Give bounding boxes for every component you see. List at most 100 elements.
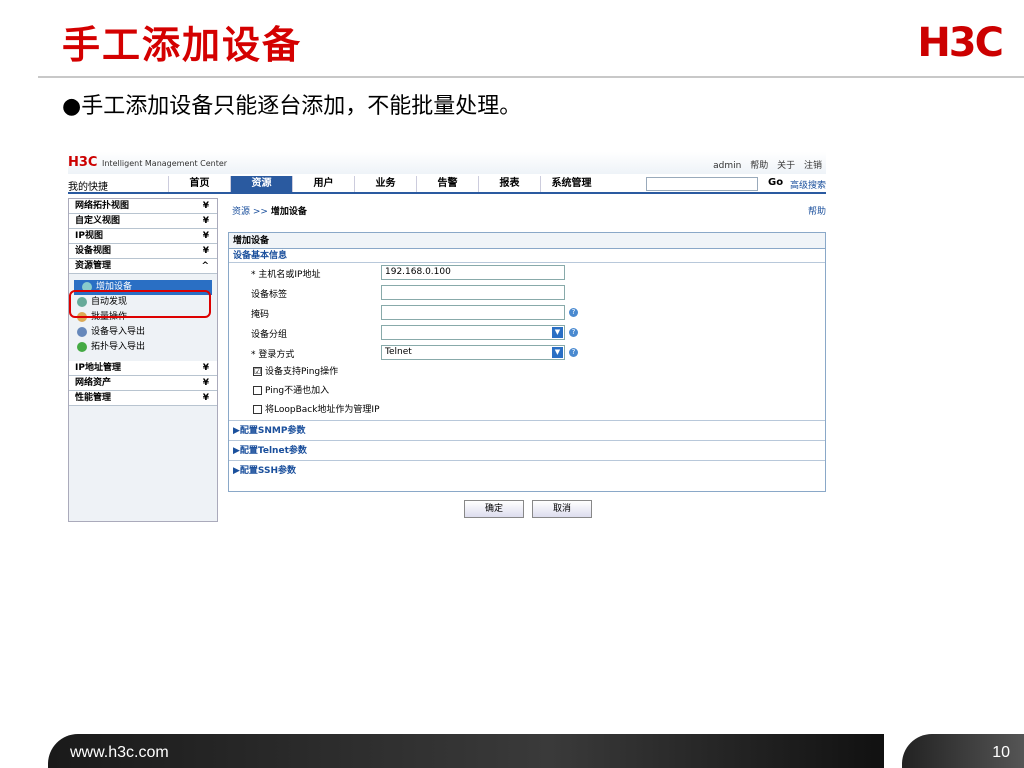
sidebar-item-ip-view[interactable]: IP视图 ¥ xyxy=(69,229,217,244)
sidebar-item-label: IP地址管理 xyxy=(75,363,121,373)
help-link[interactable]: 帮助 xyxy=(750,161,768,171)
field-label: * 主机名或IP地址 xyxy=(251,270,321,280)
admin-link[interactable]: admin xyxy=(713,161,741,171)
cancel-button[interactable]: 取消 xyxy=(532,500,592,518)
ok-button[interactable]: 确定 xyxy=(464,500,524,518)
snmp-section-toggle[interactable]: ▶配置SNMP参数 xyxy=(229,420,825,440)
search-input[interactable] xyxy=(646,177,758,191)
sidebar-item-label: IP视图 xyxy=(75,231,103,241)
loopback-checkbox-row[interactable]: 将LoopBack地址作为管理IP xyxy=(229,401,825,420)
device-label-input[interactable] xyxy=(381,285,565,300)
section-title: 设备基本信息 xyxy=(229,249,825,263)
top-bar: H3C Intelligent Management Center admin … xyxy=(68,152,826,174)
import-icon xyxy=(77,326,87,337)
tab-system[interactable]: 系统管理 xyxy=(540,176,602,192)
select-value: Telnet xyxy=(385,347,412,357)
telnet-section-toggle[interactable]: ▶配置Telnet参数 xyxy=(229,440,825,460)
imc-logo-text: H3C xyxy=(68,155,98,170)
sidebar-item-resource-mgmt[interactable]: 资源管理 ^ xyxy=(69,259,217,274)
sidebar-item-custom-view[interactable]: 自定义视图 ¥ xyxy=(69,214,217,229)
sidebar-item-label: 自定义视图 xyxy=(75,216,121,226)
add-device-panel: 增加设备 设备基本信息 * 主机名或IP地址 192.168.0.100 设备标签… xyxy=(228,232,826,492)
field-label: * 登录方式 xyxy=(251,350,295,360)
device-group-select[interactable]: ▼ xyxy=(381,325,565,340)
checkbox-label: 设备支持Ping操作 xyxy=(265,367,339,377)
help-icon[interactable]: ? xyxy=(569,308,578,317)
bullet-text: ●手工添加设备只能逐台添加，不能批量处理。 xyxy=(62,94,522,119)
chevron-down-icon: ¥ xyxy=(202,231,209,241)
checkbox-label: Ping不通也加入 xyxy=(265,386,330,396)
tab-resource[interactable]: 资源 xyxy=(230,176,292,192)
tab-alarm[interactable]: 告警 xyxy=(416,176,478,192)
go-button[interactable]: Go xyxy=(768,177,783,188)
host-ip-input[interactable]: 192.168.0.100 xyxy=(381,265,565,280)
top-links: admin 帮助 关于 注销 xyxy=(707,158,822,171)
sidebar-item-assets[interactable]: 网络资产 ¥ xyxy=(69,376,217,391)
dropdown-arrow-icon[interactable]: ▼ xyxy=(552,347,563,358)
sidebar-item-ip-mgmt[interactable]: IP地址管理 ¥ xyxy=(69,361,217,376)
chevron-down-icon: ¥ xyxy=(202,363,209,373)
field-label: 设备标签 xyxy=(251,290,288,300)
breadcrumb-current: 增加设备 xyxy=(270,207,307,217)
help-icon[interactable]: ? xyxy=(569,348,578,357)
chevron-down-icon: ¥ xyxy=(202,201,209,211)
nav-bar: 我的快捷 首页 资源 用户 业务 告警 报表 系统管理 Go 高级搜索 xyxy=(68,176,826,194)
chevron-down-icon: ¥ xyxy=(202,216,209,226)
footer-bar xyxy=(48,734,884,768)
collapse-label: 配置SSH参数 xyxy=(239,466,297,476)
collapse-label: 配置SNMP参数 xyxy=(239,426,306,436)
tab-user[interactable]: 用户 xyxy=(292,176,354,192)
chevron-up-icon: ^ xyxy=(201,261,209,271)
globe-icon xyxy=(77,341,87,352)
login-method-select[interactable]: Telnet ▼ xyxy=(381,345,565,360)
sub-item-topo-import[interactable]: 拓扑导入导出 xyxy=(69,340,217,355)
logout-link[interactable]: 注销 xyxy=(804,161,822,171)
field-mask: 掩码? xyxy=(229,303,825,323)
tab-service[interactable]: 业务 xyxy=(354,176,416,192)
sidebar-item-label: 设备视图 xyxy=(75,246,112,256)
title-divider xyxy=(38,76,1024,78)
footer-url: www.h3c.com xyxy=(70,744,169,761)
breadcrumb-separator: >> xyxy=(252,207,268,217)
sidebar: 网络拓扑视图 ¥ 自定义视图 ¥ IP视图 ¥ 设备视图 ¥ 资源管理 ^ 增加设备 自动… xyxy=(68,198,218,522)
field-label: 掩码 xyxy=(251,310,270,320)
sidebar-item-topology[interactable]: 网络拓扑视图 ¥ xyxy=(69,199,217,214)
main-content: 资源 >> 增加设备 帮助 增加设备 设备基本信息 * 主机名或IP地址 192.… xyxy=(228,198,826,522)
field-host: * 主机名或IP地址 192.168.0.100 xyxy=(229,263,825,283)
mask-input[interactable] xyxy=(381,305,565,320)
imc-logo-subtitle: Intelligent Management Center xyxy=(102,159,228,168)
page-number: 10 xyxy=(992,744,1010,761)
help-link-main[interactable]: 帮助 xyxy=(808,204,826,217)
sidebar-item-performance[interactable]: 性能管理 ¥ xyxy=(69,391,217,406)
about-link[interactable]: 关于 xyxy=(777,161,795,171)
panel-title: 增加设备 xyxy=(229,233,825,249)
highlight-box xyxy=(69,290,211,318)
checkbox[interactable] xyxy=(253,405,262,414)
sub-item-label: 拓扑导入导出 xyxy=(91,342,146,352)
dropdown-arrow-icon[interactable]: ▼ xyxy=(552,327,563,338)
tab-report[interactable]: 报表 xyxy=(478,176,540,192)
sidebar-item-label: 性能管理 xyxy=(75,393,112,403)
sidebar-item-label: 网络拓扑视图 xyxy=(75,201,130,211)
imc-screenshot: H3C Intelligent Management Center admin … xyxy=(68,152,826,522)
sidebar-item-device-view[interactable]: 设备视图 ¥ xyxy=(69,244,217,259)
h3c-logo: H3C xyxy=(917,20,1004,66)
chevron-down-icon: ¥ xyxy=(202,246,209,256)
ping-fail-add-checkbox-row[interactable]: Ping不通也加入 xyxy=(229,382,825,401)
breadcrumb-root[interactable]: 资源 xyxy=(232,207,250,217)
sidebar-item-label: 资源管理 xyxy=(75,261,112,271)
collapse-label: 配置Telnet参数 xyxy=(239,446,307,456)
ping-support-checkbox-row[interactable]: ☑ 设备支持Ping操作 xyxy=(229,363,825,382)
sub-item-device-import[interactable]: 设备导入导出 xyxy=(69,325,217,340)
field-group: 设备分组 ▼? xyxy=(229,323,825,343)
sidebar-item-label: 网络资产 xyxy=(75,378,112,388)
breadcrumb: 资源 >> 增加设备 xyxy=(232,204,307,217)
chevron-down-icon: ¥ xyxy=(202,393,209,403)
checkbox[interactable] xyxy=(253,386,262,395)
checkbox[interactable]: ☑ xyxy=(253,367,262,376)
field-login: * 登录方式 Telnet ▼? xyxy=(229,343,825,363)
ssh-section-toggle[interactable]: ▶配置SSH参数 xyxy=(229,460,825,480)
advanced-search-link[interactable]: 高级搜索 xyxy=(790,178,826,191)
help-icon[interactable]: ? xyxy=(569,328,578,337)
tab-home[interactable]: 首页 xyxy=(168,176,230,192)
